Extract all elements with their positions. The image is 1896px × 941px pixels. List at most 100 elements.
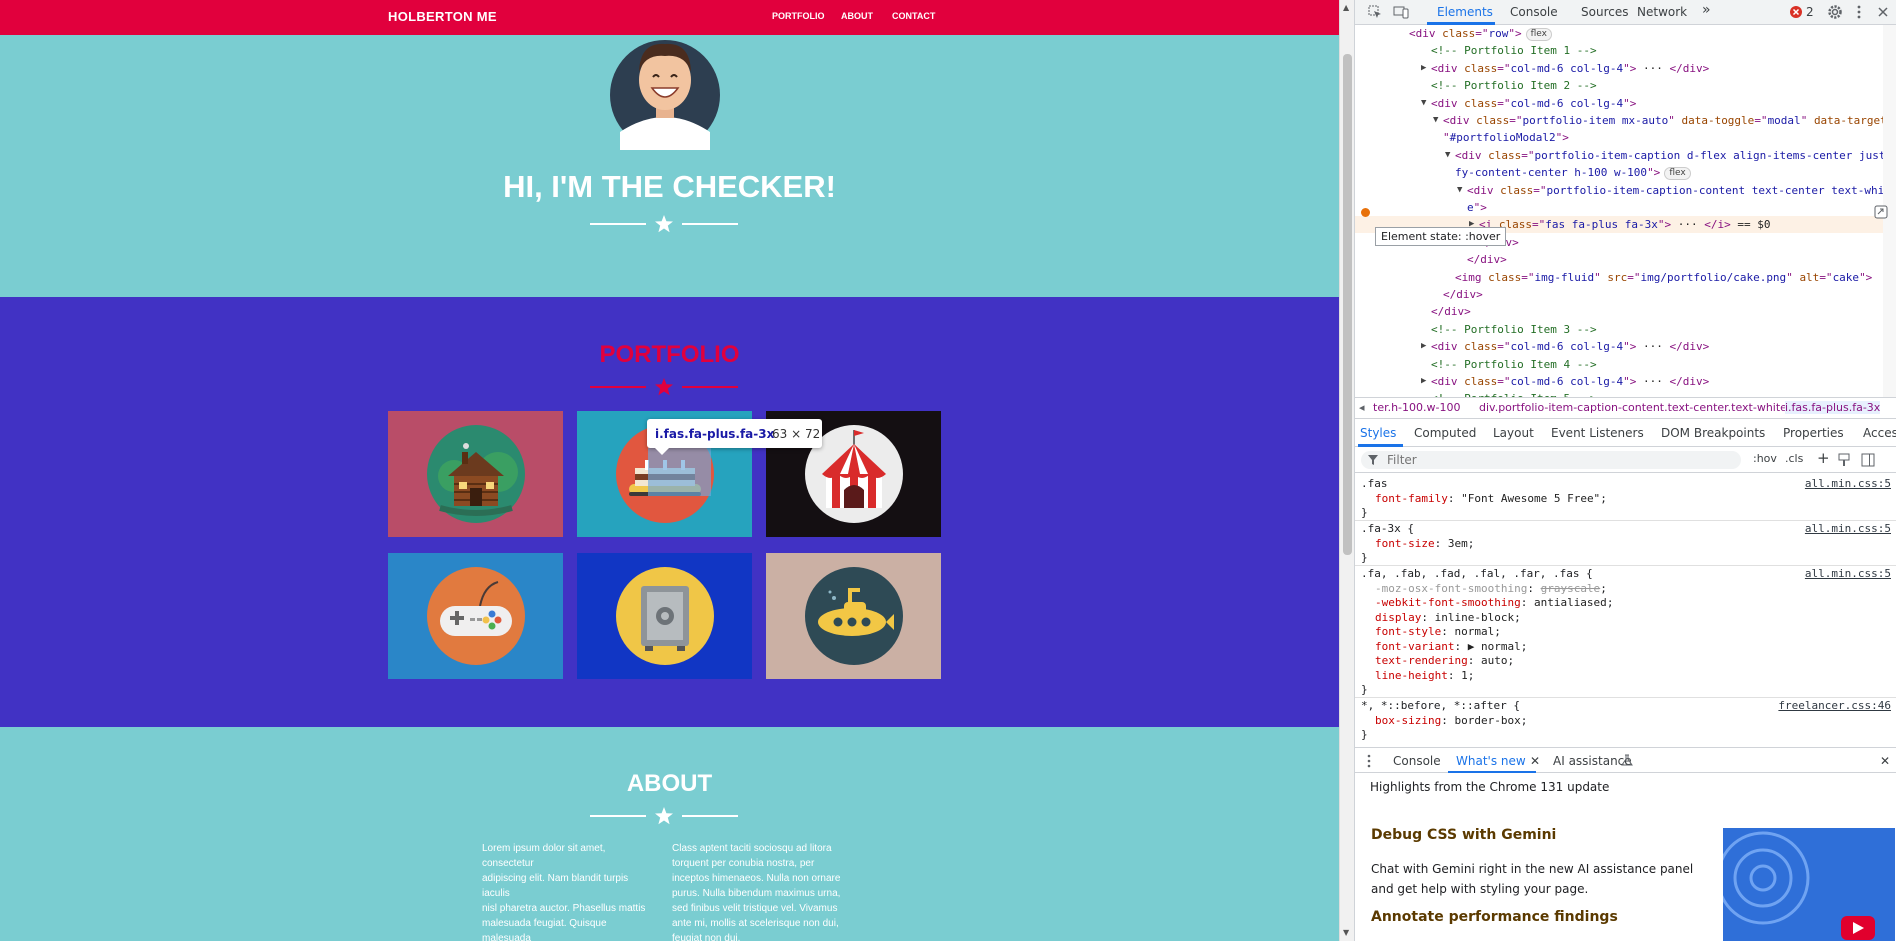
breadcrumb-item[interactable]: div.portfolio-item-caption-content.text-…: [1479, 401, 1787, 414]
collapse-triangle-icon[interactable]: ▼: [1421, 95, 1426, 112]
drawer-tab-whats-new[interactable]: What's new: [1456, 754, 1526, 768]
tab-console[interactable]: Console: [1510, 5, 1558, 19]
expand-triangle-icon[interactable]: ▶: [1421, 373, 1426, 390]
dom-node[interactable]: <img class="img-fluid" src="img/portfoli…: [1355, 269, 1883, 286]
css-declaration[interactable]: text-rendering: auto;: [1375, 654, 1514, 668]
dom-node[interactable]: ▼ <div class="portfolio-item-caption-cont…: [1355, 182, 1891, 199]
paint-icon[interactable]: [1837, 453, 1851, 467]
css-rule-selector[interactable]: *, *::before, *::after {: [1361, 699, 1520, 713]
devtools-panel: Elements Console Sources Network » 2 <di…: [1354, 0, 1896, 941]
portfolio-item-submarine[interactable]: [766, 553, 941, 679]
css-declaration[interactable]: font-style: normal;: [1375, 625, 1501, 639]
page-scrollbar[interactable]: ▲ ▼: [1339, 0, 1354, 941]
dom-node[interactable]: fy-content-center h-100 w-100"> flex: [1355, 164, 1883, 181]
kebab-menu-icon[interactable]: [1851, 4, 1867, 20]
dom-node[interactable]: ▶ <div class="col-md-6 col-lg-4"> ··· </d…: [1355, 373, 1883, 390]
about-text-left: Lorem ipsum dolor sit amet, consectetur …: [482, 843, 646, 941]
dom-node[interactable]: "#portfolioModal2">: [1355, 129, 1883, 146]
dom-node[interactable]: </div>: [1355, 286, 1883, 303]
subtab-computed[interactable]: Computed: [1414, 426, 1476, 440]
device-toolbar-icon[interactable]: [1393, 4, 1409, 20]
css-declaration[interactable]: display: inline-block;: [1375, 611, 1521, 625]
drawer-tab-console[interactable]: Console: [1393, 754, 1441, 768]
css-declaration[interactable]: font-size: 3em;: [1375, 537, 1474, 551]
dom-node[interactable]: <div class="row"> flex: [1355, 25, 1883, 42]
subtab-dom-breakpoints[interactable]: DOM Breakpoints: [1661, 426, 1765, 440]
css-declaration[interactable]: font-variant: ▶ normal;: [1375, 640, 1527, 654]
close-devtools-icon[interactable]: [1875, 4, 1891, 20]
add-rule-icon[interactable]: +: [1817, 449, 1830, 467]
flex-badge[interactable]: flex: [1664, 167, 1691, 181]
tab-sources[interactable]: Sources: [1581, 5, 1628, 19]
class-toggle-button[interactable]: .cls: [1785, 452, 1803, 465]
error-count[interactable]: 2: [1806, 5, 1814, 19]
drawer-tab-ai-assistance[interactable]: AI assistance: [1553, 754, 1632, 768]
subtab-styles[interactable]: Styles: [1360, 426, 1396, 440]
css-rule-source-link[interactable]: freelancer.css:46: [1778, 699, 1891, 712]
css-declaration[interactable]: font-family: "Font Awesome 5 Free";: [1375, 492, 1607, 506]
scroll-up-icon[interactable]: ▲: [1343, 3, 1349, 12]
css-rule-source-link[interactable]: all.min.css:5: [1805, 567, 1891, 580]
dom-node[interactable]: ▼ <div class="portfolio-item mx-auto" dat…: [1355, 112, 1893, 129]
collapse-triangle-icon[interactable]: ▼: [1433, 112, 1438, 129]
css-rule-selector[interactable]: .fa, .fab, .fad, .fal, .far, .fas {: [1361, 567, 1593, 581]
styles-subtabs: Styles Computed Layout Event Listeners D…: [1355, 419, 1896, 447]
css-rule-selector[interactable]: .fas: [1361, 477, 1388, 491]
dom-node[interactable]: ▶ <div class="col-md-6 col-lg-4"> ··· </d…: [1355, 338, 1883, 355]
portfolio-item-game-controller[interactable]: [388, 553, 563, 679]
subtab-accessibility[interactable]: Accessibility: [1863, 426, 1896, 440]
scroll-down-icon[interactable]: ▼: [1343, 928, 1349, 937]
collapse-triangle-icon[interactable]: ▼: [1457, 182, 1462, 199]
close-whats-new-icon[interactable]: ✕: [1530, 754, 1540, 768]
dom-node[interactable]: e">: [1355, 199, 1883, 216]
dom-node[interactable]: <!-- Portfolio Item 3 -->: [1355, 321, 1883, 338]
subtab-layout[interactable]: Layout: [1493, 426, 1534, 440]
css-declaration[interactable]: line-height: 1;: [1375, 669, 1474, 683]
nav-link-portfolio[interactable]: PORTFOLIO: [772, 11, 825, 21]
hover-state-button[interactable]: :hov: [1753, 452, 1777, 465]
tab-elements[interactable]: Elements: [1437, 5, 1493, 19]
expand-triangle-icon[interactable]: ▶: [1421, 60, 1426, 77]
styles-filter-input[interactable]: [1361, 451, 1741, 469]
tab-network[interactable]: Network: [1637, 5, 1687, 19]
css-rule-close: }: [1361, 683, 1368, 696]
sidebar-toggle-icon[interactable]: [1861, 453, 1875, 467]
scrollbar-thumb[interactable]: [1343, 54, 1352, 555]
dom-node[interactable]: <!-- Portfolio Item 5 -->: [1355, 390, 1883, 397]
flex-badge[interactable]: flex: [1525, 28, 1552, 41]
portfolio-item-safe[interactable]: [577, 553, 752, 679]
subtab-properties[interactable]: Properties: [1783, 426, 1844, 440]
breadcrumb-scroll-left-icon[interactable]: ◂: [1359, 401, 1365, 414]
subtab-event-listeners[interactable]: Event Listeners: [1551, 426, 1644, 440]
settings-gear-icon[interactable]: [1827, 4, 1843, 20]
dom-node[interactable]: </div>: [1355, 303, 1883, 320]
dom-node[interactable]: </div>: [1355, 251, 1883, 268]
brand-logo[interactable]: HOLBERTON ME: [388, 9, 497, 24]
css-rule-source-link[interactable]: all.min.css:5: [1805, 477, 1891, 490]
css-rule-source-link[interactable]: all.min.css:5: [1805, 522, 1891, 535]
expand-triangle-icon[interactable]: ▶: [1421, 338, 1426, 355]
css-rule-selector[interactable]: .fa-3x {: [1361, 522, 1414, 536]
dom-node[interactable]: ▼ <div class="col-md-6 col-lg-4">: [1355, 95, 1883, 112]
collapse-triangle-icon[interactable]: ▼: [1445, 147, 1450, 164]
dom-node[interactable]: ▶ <div class="col-md-6 col-lg-4"> ··· </d…: [1355, 60, 1883, 77]
breadcrumb-item-active[interactable]: i.fas.fa-plus.fa-3x: [1785, 401, 1881, 414]
nav-link-contact[interactable]: CONTACT: [892, 11, 935, 21]
css-declaration[interactable]: box-sizing: border-box;: [1375, 714, 1527, 728]
whats-new-video-thumbnail[interactable]: [1723, 828, 1895, 941]
more-tabs-icon[interactable]: »: [1702, 2, 1711, 18]
portfolio-item-cabin[interactable]: [388, 411, 563, 537]
dom-node[interactable]: <!-- Portfolio Item 4 -->: [1355, 356, 1883, 373]
close-drawer-icon[interactable]: ✕: [1880, 754, 1890, 768]
dom-node[interactable]: ▼ <div class="portfolio-item-caption d-fl…: [1355, 147, 1892, 164]
dom-node[interactable]: <!-- Portfolio Item 1 -->: [1355, 42, 1883, 59]
dom-node[interactable]: <!-- Portfolio Item 2 -->: [1355, 77, 1883, 94]
cabin-icon: [427, 425, 525, 523]
inspect-element-icon[interactable]: [1367, 4, 1383, 20]
css-declaration[interactable]: -moz-osx-font-smoothing: grayscale;: [1375, 582, 1607, 596]
nav-link-about[interactable]: ABOUT: [841, 11, 873, 21]
copy-selector-icon[interactable]: [1874, 205, 1888, 219]
css-declaration[interactable]: -webkit-font-smoothing: antialiased;: [1375, 596, 1613, 610]
breadcrumb-item[interactable]: ter.h-100.w-100: [1373, 401, 1460, 414]
drawer-menu-icon[interactable]: [1367, 754, 1371, 768]
